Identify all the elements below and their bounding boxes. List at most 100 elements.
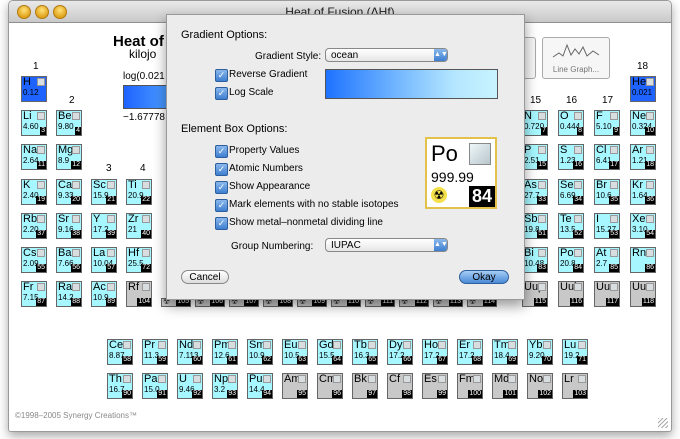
atomic-number: 60 bbox=[192, 356, 202, 364]
element-cell[interactable]: Ac 10.9 89 bbox=[91, 281, 117, 307]
atomic-number: 22 bbox=[141, 196, 151, 204]
element-cell[interactable]: Dy 17.2 66 bbox=[387, 339, 413, 365]
element-cell[interactable]: Pu 14.4 94 bbox=[247, 373, 273, 399]
element-cell[interactable]: Lr 103 bbox=[562, 373, 588, 399]
element-cell[interactable]: U 9.46 92 bbox=[177, 373, 203, 399]
element-cell[interactable]: Rf 104 bbox=[126, 281, 152, 307]
element-cell[interactable]: Li 4.60 3 bbox=[21, 110, 47, 136]
element-cell[interactable]: Cf 98 bbox=[387, 373, 413, 399]
element-cell[interactable]: Fm 100 bbox=[457, 373, 483, 399]
element-symbol: Es bbox=[424, 373, 437, 385]
appearance-icon bbox=[193, 375, 201, 383]
gradient-style-select[interactable]: ocean ▲▼ bbox=[325, 48, 448, 62]
element-cell[interactable]: Ho 17.2 67 bbox=[422, 339, 448, 365]
element-cell[interactable]: Se 6.69 34 bbox=[558, 179, 584, 205]
element-cell[interactable]: Cs 2.09 55 bbox=[21, 247, 47, 273]
element-cell[interactable]: Kr 1.64 36 bbox=[630, 179, 656, 205]
element-symbol: Bk bbox=[354, 373, 367, 385]
element-cell[interactable]: Xe 3.10 54 bbox=[630, 213, 656, 239]
element-cell[interactable]: Rn 86 bbox=[630, 247, 656, 273]
okay-button[interactable]: Okay bbox=[459, 270, 509, 284]
element-cell[interactable]: Ar 1.21 18 bbox=[630, 144, 656, 170]
element-cell[interactable]: Gd 15.5 64 bbox=[317, 339, 343, 365]
element-cell[interactable]: Yb 9.20 70 bbox=[527, 339, 553, 365]
element-cell[interactable]: Be 9.80 4 bbox=[56, 110, 82, 136]
element-cell[interactable]: Ne 0.324 10 bbox=[630, 110, 656, 136]
element-cell[interactable]: He 0.021 bbox=[630, 76, 656, 102]
element-cell[interactable]: As 27.7 33 bbox=[522, 179, 548, 205]
element-cell[interactable]: Bi 10.48 83 bbox=[522, 247, 548, 273]
cancel-button[interactable]: Cancel bbox=[181, 270, 229, 284]
element-cell[interactable]: H 0.12 bbox=[21, 76, 47, 102]
element-cell[interactable]: Ti 20.9 22 bbox=[126, 179, 152, 205]
element-cell[interactable]: Am 95 bbox=[282, 373, 308, 399]
element-cell[interactable]: La 10.04 57 bbox=[91, 247, 117, 273]
element-cell[interactable]: Po 20.8 84 bbox=[558, 247, 584, 273]
element-cell[interactable]: Te 13.5 52 bbox=[558, 213, 584, 239]
element-cell[interactable]: Y 17.2 39 bbox=[91, 213, 117, 239]
element-cell[interactable]: Tb 16.3 65 bbox=[352, 339, 378, 365]
element-cell[interactable]: Uuh 116 bbox=[558, 281, 584, 307]
element-symbol: Zr bbox=[128, 213, 139, 225]
element-cell[interactable]: Md 101 bbox=[492, 373, 518, 399]
element-cell[interactable]: No 102 bbox=[527, 373, 553, 399]
group-numbering-select[interactable]: IUPAC ▲▼ bbox=[325, 238, 448, 252]
element-cell[interactable]: Eu 10.5 63 bbox=[282, 339, 308, 365]
element-symbol: Rb bbox=[23, 213, 38, 225]
element-cell[interactable]: Es 99 bbox=[422, 373, 448, 399]
resize-grip-icon[interactable] bbox=[658, 418, 668, 428]
element-cell[interactable]: Bk 97 bbox=[352, 373, 378, 399]
element-cell[interactable]: Ba 7.66 56 bbox=[56, 247, 82, 273]
element-cell[interactable]: Zr 21 40 bbox=[126, 213, 152, 239]
element-symbol: Th bbox=[109, 373, 122, 385]
element-cell[interactable]: S 1.23 16 bbox=[558, 144, 584, 170]
element-cell[interactable]: Sb 19.8 51 bbox=[522, 213, 548, 239]
element-cell[interactable]: Na 2.64 11 bbox=[21, 144, 47, 170]
atomic-number: 59 bbox=[157, 356, 167, 364]
appearance-icon bbox=[263, 375, 271, 383]
element-cell[interactable]: Mg 8.9 12 bbox=[56, 144, 82, 170]
element-cell[interactable]: Cm 96 bbox=[317, 373, 343, 399]
element-cell[interactable]: At 2.7 85 bbox=[594, 247, 620, 273]
element-cell[interactable]: Nd 7.113 60 bbox=[177, 339, 203, 365]
atomic-number: 64 bbox=[332, 356, 342, 364]
element-symbol: He bbox=[632, 76, 647, 88]
element-cell[interactable]: Sc 15.9 21 bbox=[91, 179, 117, 205]
atomic-number: 89 bbox=[106, 298, 116, 306]
element-cell[interactable]: Er 17.2 68 bbox=[457, 339, 483, 365]
element-cell[interactable]: Sm 10.9 62 bbox=[247, 339, 273, 365]
element-cell[interactable]: Rb 2.20 37 bbox=[21, 213, 47, 239]
element-cell[interactable]: Tm 18.4 69 bbox=[492, 339, 518, 365]
element-cell[interactable]: Br 10.6 35 bbox=[594, 179, 620, 205]
element-cell[interactable]: Fr 7.15 87 bbox=[21, 281, 47, 307]
element-cell[interactable]: Ca 9.33 20 bbox=[56, 179, 82, 205]
element-cell[interactable]: Np 3.2 93 bbox=[212, 373, 238, 399]
preview-number: 84 bbox=[468, 186, 495, 207]
chevron-down-icon: ▲▼ bbox=[434, 49, 448, 61]
element-cell[interactable]: Th 16.7 90 bbox=[107, 373, 133, 399]
element-cell[interactable]: F 5.10 9 bbox=[594, 110, 620, 136]
element-cell[interactable]: Lu 19.2 71 bbox=[562, 339, 588, 365]
element-cell[interactable]: Cl 6.41 17 bbox=[594, 144, 620, 170]
element-cell[interactable]: Pm 12.6 61 bbox=[212, 339, 238, 365]
element-cell[interactable]: Sr 9.16 38 bbox=[56, 213, 82, 239]
element-cell[interactable]: O 0.444 8 bbox=[558, 110, 584, 136]
element-cell[interactable]: Pa 15.0 91 bbox=[142, 373, 168, 399]
atomic-number: 15 bbox=[537, 161, 547, 169]
element-symbol: Se bbox=[560, 179, 574, 191]
checkmark-icon: ✓ bbox=[215, 217, 228, 230]
element-cell[interactable]: Ra 14.2 88 bbox=[56, 281, 82, 307]
element-cell[interactable]: I 15.27 53 bbox=[594, 213, 620, 239]
line-graph-button[interactable]: Line Graph... bbox=[542, 37, 610, 79]
element-symbol: Be bbox=[58, 110, 72, 122]
element-cell[interactable]: Pr 11.3 59 bbox=[142, 339, 168, 365]
element-cell[interactable]: Ce 8.87 58 bbox=[107, 339, 133, 365]
element-cell[interactable]: Uup 115 bbox=[522, 281, 548, 307]
element-cell[interactable]: K 2.40 19 bbox=[21, 179, 47, 205]
element-cell[interactable]: N 0.720 7 bbox=[522, 110, 548, 136]
element-cell[interactable]: Uuo 118 bbox=[630, 281, 656, 307]
element-cell[interactable]: P 2.51 15 bbox=[522, 144, 548, 170]
element-cell[interactable]: Uus 117 bbox=[594, 281, 620, 307]
element-cell[interactable]: Hf 25.5 72 bbox=[126, 247, 152, 273]
atomic-number: 96 bbox=[332, 390, 342, 398]
